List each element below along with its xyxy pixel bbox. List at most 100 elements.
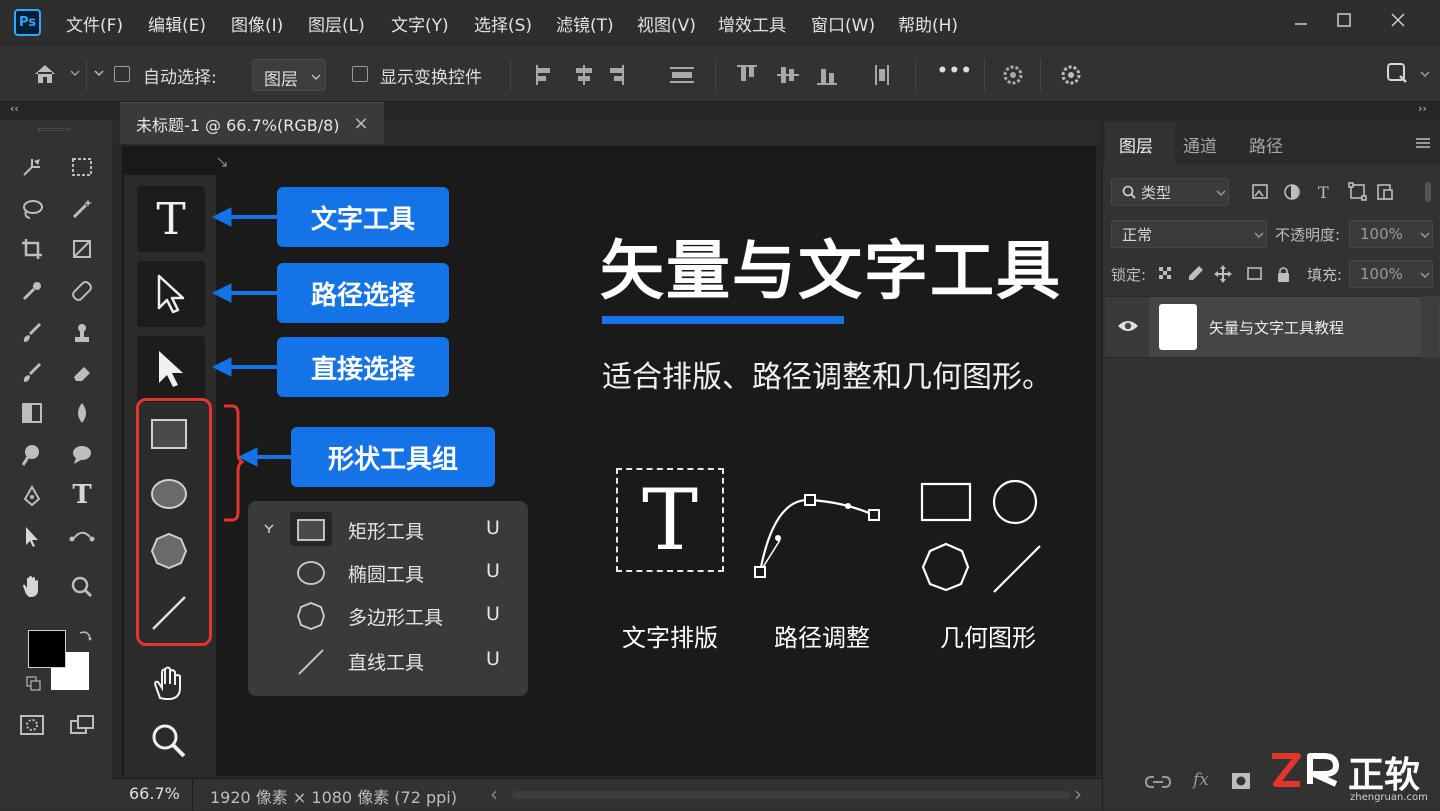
layer-name[interactable]: 矢量与文字工具教程 [1209,317,1344,338]
clone-stamp-icon[interactable] [64,316,100,350]
menu-plugins[interactable]: 增效工具 [718,11,786,36]
zoom-tool-icon[interactable] [64,570,100,604]
flyout-label: 矩形工具 [348,521,425,543]
marquee-tool-icon[interactable] [64,150,100,184]
line-tool-icon[interactable] [150,594,188,632]
lock-options-icons[interactable] [1157,264,1297,284]
hand-tool-icon[interactable] [14,570,50,604]
menu-image[interactable]: 图像(I) [231,11,283,36]
path-selection-icon[interactable] [14,520,50,554]
gradient-tool-icon[interactable] [14,396,50,430]
menu-file[interactable]: 文件(F) [66,11,123,36]
minimize-icon[interactable] [1286,8,1316,32]
menu-help[interactable]: 帮助(H) [898,11,958,36]
menu-filter[interactable]: 滤镜(T) [556,11,614,36]
screen-mode-icon[interactable] [64,708,100,742]
grip-handle[interactable] [38,128,70,131]
blend-mode-dropdown[interactable]: 正常 [1111,220,1267,248]
home-icon[interactable] [32,61,58,87]
tab-channels[interactable]: 通道 [1183,132,1217,157]
align-horizontal-icons[interactable] [530,61,700,89]
tool-preset-chevron-icon[interactable] [94,69,104,77]
tab-paths[interactable]: 路径 [1249,132,1283,157]
document-info[interactable]: 1920 像素 × 1080 像素 (72 ppi) [210,784,457,808]
type-tool-icon[interactable]: T [64,478,100,512]
shape-group-bracket [224,404,244,522]
document-tab-title: 未标题-1 @ 66.7%(RGB/8) [136,115,340,135]
ellipse-tool-icon[interactable] [150,478,188,510]
eraser-tool-icon[interactable] [64,356,100,390]
frame-tool-icon[interactable] [64,232,100,266]
close-window-icon[interactable] [1383,8,1413,32]
filter-toggle-switch[interactable] [1425,182,1431,202]
flyout-item-polygon[interactable]: 多边形工具 U [248,594,528,637]
pen-tool-icon[interactable] [14,480,50,514]
more-options-button[interactable]: ••• [937,61,973,81]
search-icon[interactable] [1386,62,1408,84]
show-transform-checkbox[interactable] [352,66,368,82]
scroll-right-icon[interactable]: › [1074,782,1082,806]
chevron-down-icon[interactable] [1420,70,1430,78]
fx-icon[interactable]: fx [1193,770,1209,790]
menu-select[interactable]: 选择(S) [474,11,532,36]
horizontal-scrollbar[interactable] [512,791,1070,799]
gear-icon[interactable] [1058,62,1084,88]
lasso-tool-icon[interactable] [14,192,50,226]
collapse-left-icon[interactable]: ‹‹ [10,102,19,115]
dodge-tool-icon[interactable] [14,438,50,472]
flyout-item-rectangle[interactable]: 矩形工具 U [248,508,528,551]
move-tool-icon[interactable] [14,150,50,184]
tab-layers[interactable]: 图层 [1119,132,1153,157]
path-selection-showcase[interactable] [137,261,205,327]
document-tab[interactable]: 未标题-1 @ 66.7%(RGB/8) × [120,102,384,144]
opacity-field[interactable]: 100% [1349,220,1433,248]
foreground-color-swatch[interactable] [28,630,66,668]
brush-tool-icon[interactable] [14,316,50,350]
settings-gear-icon[interactable] [1000,62,1026,88]
zoom-tool-showcase-icon[interactable] [150,722,188,760]
healing-brush-icon[interactable] [64,274,100,308]
auto-select-checkbox[interactable] [114,66,130,82]
link-layers-icon[interactable] [1145,774,1171,790]
layer-row[interactable]: 矢量与文字工具教程 [1105,296,1440,358]
eye-icon[interactable] [1117,319,1139,333]
zoom-level[interactable]: 66.7% [129,784,180,803]
menu-window[interactable]: 窗口(W) [811,11,875,36]
rectangle-tool-icon[interactable] [150,418,188,450]
menu-type[interactable]: 文字(Y) [391,11,449,36]
align-vertical-icons[interactable] [735,61,905,89]
blur-tool-icon[interactable] [64,396,100,430]
filter-kind-dropdown[interactable]: 类型 [1111,178,1229,206]
polygon-tool-icon[interactable] [150,532,188,570]
maximize-icon[interactable] [1329,8,1359,32]
history-brush-icon[interactable] [14,356,50,390]
speech-bubble-icon[interactable] [64,438,100,472]
menu-view[interactable]: 视图(V) [637,11,696,36]
eyedropper-icon[interactable] [14,274,50,308]
menu-layer[interactable]: 图层(L) [308,11,365,36]
collapse-right-icon[interactable]: ‹‹ [1418,102,1427,115]
menu-edit[interactable]: 编辑(E) [148,11,206,36]
close-tab-icon[interactable]: × [354,113,369,134]
direct-selection-showcase[interactable] [137,336,205,402]
scroll-left-icon[interactable]: ‹ [490,782,498,806]
panel-expand-icon[interactable] [216,156,228,168]
chevron-down-icon[interactable] [70,69,80,77]
default-colors-icon[interactable] [26,676,42,692]
magic-wand-icon[interactable] [64,192,100,226]
fill-field[interactable]: 100% [1349,260,1433,288]
custom-shape-icon[interactable] [64,520,100,554]
quick-mask-icon[interactable] [14,708,50,742]
layer-dropdown[interactable]: 图层 [252,59,326,91]
flyout-item-line[interactable]: 直线工具 U [248,639,528,682]
hand-tool-showcase-icon[interactable] [150,664,186,702]
path-selection-arrow-icon [157,274,185,314]
flyout-item-ellipse[interactable]: 椭圆工具 U [248,551,528,594]
panel-menu-icon[interactable] [1415,137,1431,149]
layers-scrollbar[interactable] [1421,296,1439,358]
type-tool-showcase[interactable]: T [137,186,205,252]
swap-colors-icon[interactable] [78,628,94,644]
crop-tool-icon[interactable] [14,232,50,266]
layer-mask-icon[interactable] [1231,772,1251,790]
layer-filter-icons[interactable]: T [1251,182,1421,202]
